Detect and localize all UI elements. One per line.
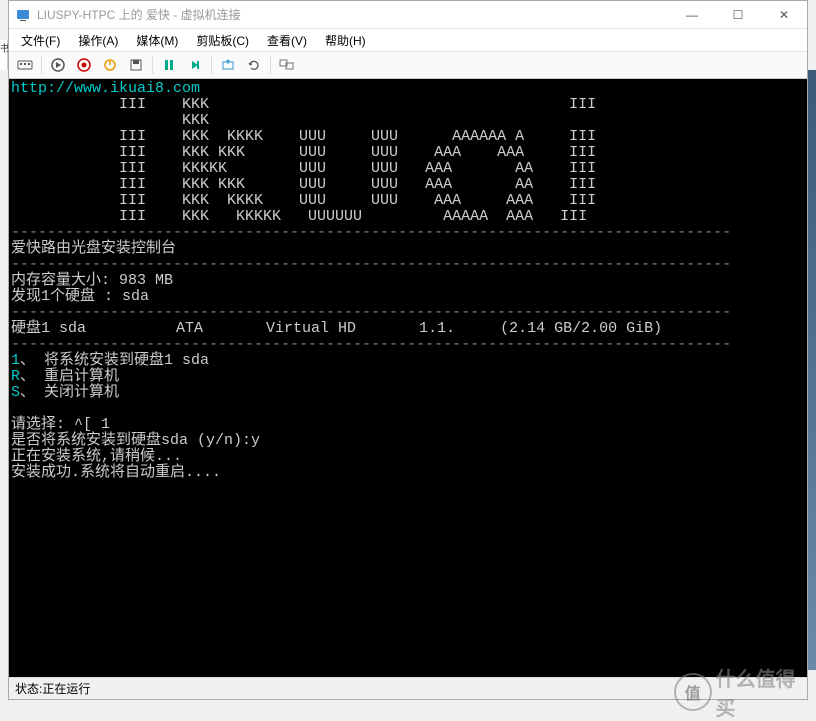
start-button[interactable] <box>46 54 70 76</box>
memory-label: 内存容量大小: <box>11 272 119 289</box>
toolbar-separator <box>152 56 153 74</box>
revert-button[interactable] <box>242 54 266 76</box>
pause-button[interactable] <box>157 54 181 76</box>
desktop-background-strip <box>808 70 816 670</box>
success-text: 安装成功.系统将自动重启.... <box>11 464 221 481</box>
ascii-logo: III KKK III KKK III KKK KKKK UUU UUU AAA… <box>11 96 596 225</box>
menu-action[interactable]: 操作(A) <box>70 30 126 51</box>
vm-console[interactable]: http://www.ikuai8.com III KKK III KKK II… <box>9 79 807 677</box>
save-button[interactable] <box>124 54 148 76</box>
disk-found-value: sda <box>122 288 149 305</box>
toolbar <box>9 51 807 79</box>
menu-media[interactable]: 媒体(M) <box>128 30 186 51</box>
option-r-key: R <box>11 368 20 385</box>
toolbar-separator <box>211 56 212 74</box>
option-1-text: 、 将系统安装到硬盘1 sda <box>20 352 209 369</box>
prompt-select: 请选择: ^[ 1 <box>11 416 110 433</box>
left-edge-fragment: 书 <box>0 40 8 70</box>
minimize-button[interactable]: — <box>669 1 715 28</box>
option-r-text: 、 重启计算机 <box>20 368 119 385</box>
menubar: 文件(F) 操作(A) 媒体(M) 剪贴板(C) 查看(V) 帮助(H) <box>9 29 807 51</box>
maximize-button[interactable]: ☐ <box>715 1 761 28</box>
app-icon <box>15 7 31 23</box>
status-label: 状态: <box>15 680 42 697</box>
console-url: http://www.ikuai8.com <box>11 80 200 97</box>
disk-found-label: 发现1个硬盘 : <box>11 288 122 305</box>
divider: ----------------------------------------… <box>11 336 731 353</box>
shutdown-button[interactable] <box>98 54 122 76</box>
titlebar: LIUSPY-HTPC 上的 爱快 - 虚拟机连接 — ☐ ✕ <box>9 1 807 29</box>
menu-help[interactable]: 帮助(H) <box>317 30 374 51</box>
menu-view[interactable]: 查看(V) <box>259 30 315 51</box>
ctrl-alt-del-button[interactable] <box>13 54 37 76</box>
toolbar-separator <box>41 56 42 74</box>
vm-connection-window: LIUSPY-HTPC 上的 爱快 - 虚拟机连接 — ☐ ✕ 文件(F) 操作… <box>8 0 808 700</box>
checkpoint-button[interactable] <box>216 54 240 76</box>
close-button[interactable]: ✕ <box>761 1 807 28</box>
enhanced-session-button[interactable] <box>275 54 299 76</box>
installing-text: 正在安装系统,请稍候... <box>11 448 182 465</box>
divider: ----------------------------------------… <box>11 304 731 321</box>
divider: ----------------------------------------… <box>11 256 731 273</box>
menu-clipboard[interactable]: 剪贴板(C) <box>188 30 257 51</box>
memory-value: 983 MB <box>119 272 173 289</box>
prompt-confirm: 是否将系统安装到硬盘sda (y/n):y <box>11 432 260 449</box>
reset-button[interactable] <box>183 54 207 76</box>
divider: ----------------------------------------… <box>11 224 731 241</box>
window-title: LIUSPY-HTPC 上的 爱快 - 虚拟机连接 <box>37 6 669 23</box>
watermark-text: 什么值得买 <box>716 663 815 721</box>
option-s-text: 、 关闭计算机 <box>20 384 119 401</box>
watermark-icon: 值 <box>674 673 712 711</box>
watermark: 值 什么值得买 <box>674 672 814 712</box>
toolbar-separator <box>270 56 271 74</box>
disk-info: 硬盘1 sda ATA Virtual HD 1.1. (2.14 GB/2.0… <box>11 320 662 337</box>
window-buttons: — ☐ ✕ <box>669 1 807 28</box>
status-value: 正在运行 <box>42 680 90 697</box>
console-title: 爱快路由光盘安装控制台 <box>11 240 176 257</box>
option-s-key: S <box>11 384 20 401</box>
menu-file[interactable]: 文件(F) <box>13 30 68 51</box>
turnoff-button[interactable] <box>72 54 96 76</box>
option-1-key: 1 <box>11 352 20 369</box>
